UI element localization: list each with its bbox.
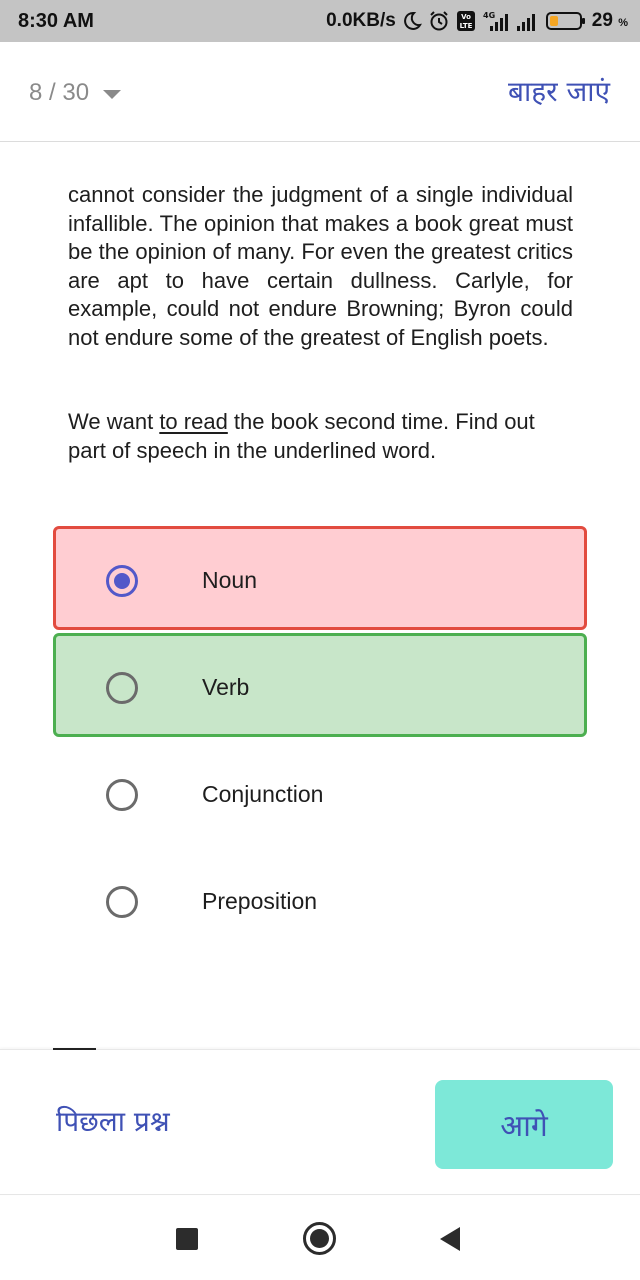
quiz-header: 8 / 30 बाहर जाएं — [0, 42, 640, 142]
option-conjunction[interactable]: Conjunction — [53, 740, 587, 844]
scroll-indicator — [53, 1048, 96, 1050]
signal-icon — [516, 14, 535, 31]
svg-text:LTE: LTE — [459, 22, 472, 30]
system-nav-bar — [0, 1196, 640, 1280]
svg-text:4G: 4G — [483, 11, 495, 20]
question-text: We want to read the book second time. Fi… — [68, 409, 535, 463]
question-counter: 8 / 30 — [29, 79, 90, 106]
radio-unselected-icon[interactable] — [106, 672, 138, 704]
status-icons: 0.0KB/s Vo LTE 4G 29 % — [326, 9, 628, 33]
previous-question-button[interactable]: पिछला प्रश्न — [56, 1102, 170, 1140]
quiz-footer: पिछला प्रश्न आगे — [0, 1048, 640, 1195]
caret-down-icon — [103, 89, 122, 99]
underlined-word: to read — [159, 409, 228, 434]
option-noun[interactable]: Noun — [53, 526, 587, 630]
signal-4g-icon: 4G — [483, 11, 508, 31]
question-content: cannot consider the judgment of a single… — [0, 143, 640, 1049]
radio-unselected-icon[interactable] — [106, 779, 138, 811]
option-verb[interactable]: Verb — [53, 633, 587, 737]
status-bar: 8:30 AM 0.0KB/s Vo LTE 4G 29 % — [0, 0, 640, 42]
status-time: 8:30 AM — [18, 10, 94, 32]
battery-icon — [545, 12, 585, 30]
option-preposition[interactable]: Preposition — [53, 847, 587, 951]
home-circle-icon[interactable] — [303, 1222, 336, 1255]
svg-text:Vo: Vo — [461, 13, 471, 21]
alarm-icon — [430, 11, 448, 31]
volte-icon: Vo LTE — [456, 11, 475, 31]
radio-unselected-icon[interactable] — [106, 886, 138, 918]
radio-selected-icon[interactable] — [106, 565, 138, 597]
answer-options: Noun Verb Conjunction Preposition — [53, 526, 587, 954]
battery-percent: 29 % — [591, 10, 628, 31]
passage-text: cannot consider the judgment of a single… — [68, 182, 573, 350]
network-speed: 0.0KB/s — [326, 10, 396, 31]
option-label: Noun — [202, 567, 257, 593]
question-counter-dropdown[interactable]: 8 / 30 — [29, 79, 122, 107]
back-triangle-icon[interactable] — [440, 1227, 460, 1251]
option-label: Conjunction — [202, 781, 324, 807]
option-label: Verb — [202, 674, 250, 700]
recents-square-icon[interactable] — [176, 1228, 198, 1250]
exit-button[interactable]: बाहर जाएं — [508, 72, 610, 110]
next-button[interactable]: आगे — [435, 1080, 613, 1169]
moon-icon — [403, 11, 422, 30]
option-label: Preposition — [202, 888, 318, 914]
